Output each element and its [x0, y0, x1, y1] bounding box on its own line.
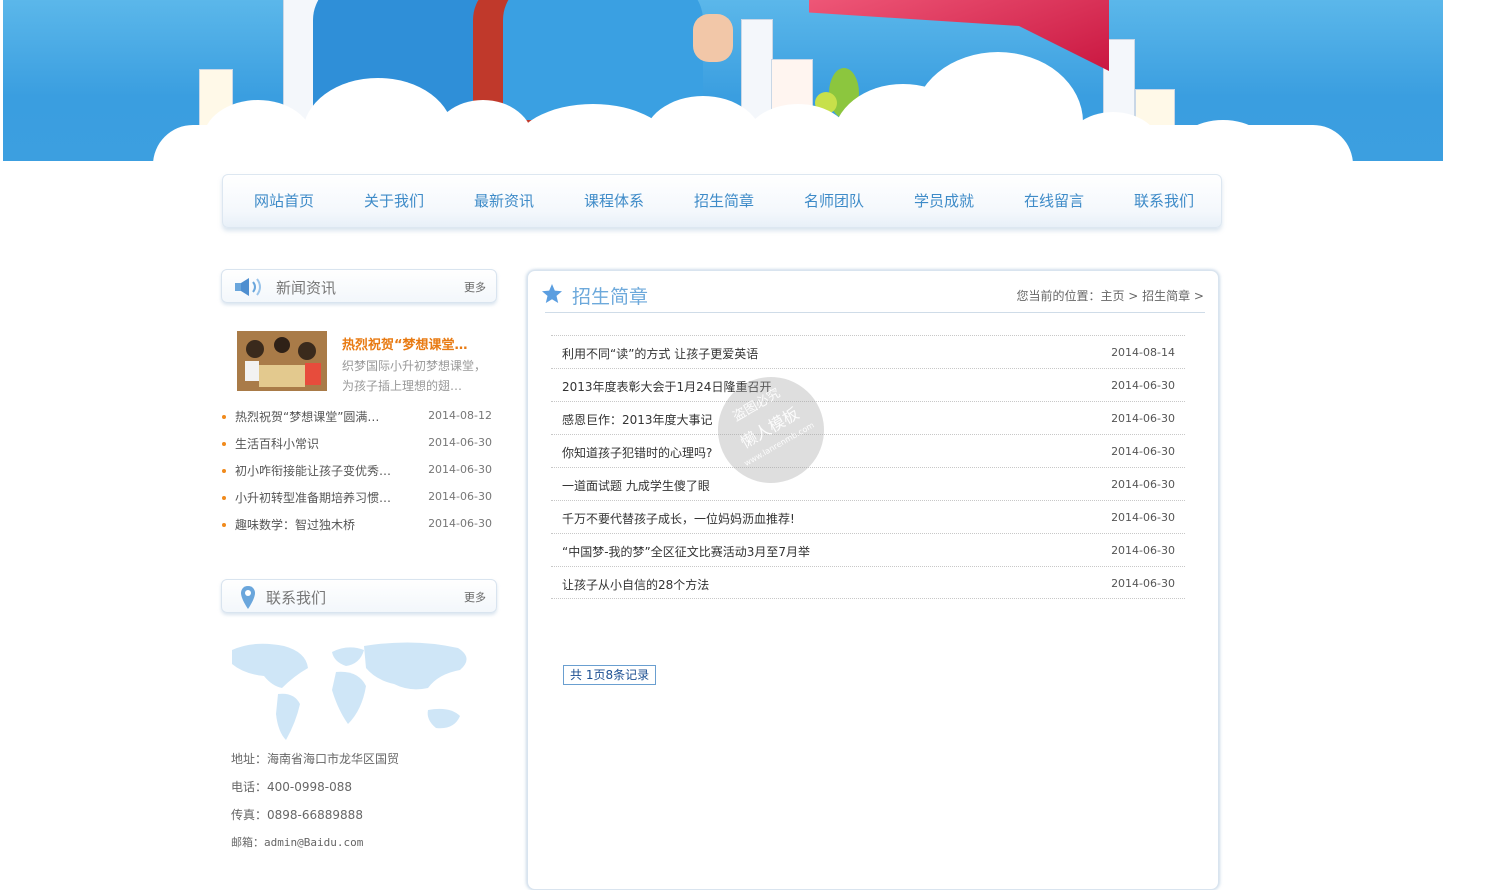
list-item-date: 2014-06-30 [1111, 577, 1175, 590]
bullet-dot [222, 523, 226, 527]
contact-address: 地址：海南省海口市龙华区国贸 [231, 752, 400, 766]
news-item-date: 2014-06-30 [428, 490, 492, 503]
banner-cloud [913, 52, 1083, 161]
list-item-title[interactable]: 利用不同“读”的方式 让孩子更爱英语 [562, 345, 758, 362]
nav-item-courses[interactable]: 课程体系 [559, 176, 669, 226]
list-item-date: 2014-06-30 [1111, 478, 1175, 491]
featured-news-image[interactable] [237, 331, 327, 391]
main-title: 招生简章 [572, 286, 649, 308]
list-item-date: 2014-06-30 [1111, 544, 1175, 557]
list-item-date: 2014-06-30 [1111, 379, 1175, 392]
nav-item-contact[interactable]: 联系我们 [1109, 176, 1219, 226]
list-item-date: 2014-06-30 [1111, 511, 1175, 524]
banner-fist [693, 14, 733, 62]
news-item-date: 2014-06-30 [428, 463, 492, 476]
nav-item-teachers[interactable]: 名师团队 [779, 176, 889, 226]
nav-item-home[interactable]: 网站首页 [229, 176, 339, 226]
title-divider [545, 312, 1205, 313]
news-list-item: 趣味数学：智过独木桥 2014-06-30 [222, 513, 494, 540]
list-item: 你知道孩子犯错时的心理吗? 2014-06-30 [551, 434, 1185, 467]
list-item: “中国梦-我的梦”全区征文比赛活动3月至7月举 2014-06-30 [551, 533, 1185, 566]
nav-item-guestbook[interactable]: 在线留言 [999, 176, 1109, 226]
news-item-title[interactable]: 小升初转型准备期培养习惯… [235, 489, 391, 506]
list-item: 感恩巨作：2013年度大事记 2014-06-30 [551, 401, 1185, 434]
speaker-icon [235, 278, 261, 296]
contact-more-link[interactable]: 更多 [464, 589, 486, 605]
bullet-dot [222, 469, 226, 473]
news-item-date: 2014-06-30 [428, 436, 492, 449]
star-icon [542, 284, 562, 303]
list-item-title[interactable]: 一道面试题 九成学生傻了眼 [562, 477, 710, 494]
contact-email[interactable]: 邮箱：admin@Baidu.com [231, 834, 363, 850]
list-item-date: 2014-08-14 [1111, 346, 1175, 359]
news-item-title[interactable]: 生活百科小常识 [235, 435, 319, 452]
news-more-link[interactable]: 更多 [464, 279, 486, 295]
list-item-date: 2014-06-30 [1111, 445, 1175, 458]
news-box-header: 新闻资讯 更多 [221, 269, 497, 303]
main-nav: 网站首页 关于我们 最新资讯 课程体系 招生简章 名师团队 学员成就 在线留言 … [222, 174, 1222, 228]
list-item-title[interactable]: 千万不要代替孩子成长，一位妈妈沥血推荐! [562, 510, 795, 527]
news-item-title[interactable]: 趣味数学：智过独木桥 [235, 516, 355, 533]
nav-item-achievements[interactable]: 学员成就 [889, 176, 999, 226]
news-item-date: 2014-06-30 [428, 517, 492, 530]
news-item-date: 2014-08-12 [428, 409, 492, 422]
list-item: 利用不同“读”的方式 让孩子更爱英语 2014-08-14 [551, 335, 1185, 368]
list-item: 千万不要代替孩子成长，一位妈妈沥血推荐! 2014-06-30 [551, 500, 1185, 533]
list-item-title[interactable]: 你知道孩子犯错时的心理吗? [562, 444, 712, 461]
list-item: 一道面试题 九成学生傻了眼 2014-06-30 [551, 467, 1185, 500]
list-item-title[interactable]: 感恩巨作：2013年度大事记 [562, 411, 713, 428]
pagination-info: 共 1页8条记录 [563, 665, 657, 685]
list-item-title[interactable]: 让孩子从小自信的28个方法 [562, 576, 709, 593]
news-box-title: 新闻资讯 [276, 279, 337, 297]
contact-box-title: 联系我们 [266, 589, 327, 607]
nav-item-news[interactable]: 最新资讯 [449, 176, 559, 226]
location-pin-icon [241, 586, 255, 609]
list-item: 2013年度表彰大会于1月24日隆重召开 2014-06-30 [551, 368, 1185, 401]
news-list-item: 生活百科小常识 2014-06-30 [222, 432, 494, 459]
bullet-dot [222, 442, 226, 446]
breadcrumb[interactable]: 您当前的位置：主页 > 招生简章 > [1016, 287, 1204, 304]
news-item-title[interactable]: 热烈祝贺“梦想课堂”圆满… [235, 408, 379, 425]
list-item: 让孩子从小自信的28个方法 2014-06-30 [551, 566, 1185, 599]
nav-item-about[interactable]: 关于我们 [339, 176, 449, 226]
featured-news-title[interactable]: 热烈祝贺“梦想课堂… [342, 334, 492, 353]
nav-item-admissions[interactable]: 招生简章 [669, 176, 779, 226]
bullet-dot [222, 496, 226, 500]
list-item-title[interactable]: “中国梦-我的梦”全区征文比赛活动3月至7月举 [562, 543, 810, 560]
header-banner [3, 0, 1443, 161]
contact-phone: 电话：400-0998-088 [231, 780, 353, 794]
news-list-item: 小升初转型准备期培养习惯… 2014-06-30 [222, 486, 494, 513]
contact-fax: 传真：0898-66889888 [231, 808, 363, 822]
news-item-title[interactable]: 初小咋衔接能让孩子变优秀… [235, 462, 391, 479]
news-list-item: 初小咋衔接能让孩子变优秀… 2014-06-30 [222, 459, 494, 486]
featured-news-desc: 织梦国际小升初梦想课堂，为孩子插上理想的翅… [342, 359, 487, 393]
news-list-item: 热烈祝贺“梦想课堂”圆满… 2014-08-12 [222, 405, 494, 432]
contact-box-header: 联系我们 更多 [221, 579, 497, 613]
world-map-image [232, 642, 467, 740]
list-item-date: 2014-06-30 [1111, 412, 1175, 425]
bullet-dot [222, 415, 226, 419]
